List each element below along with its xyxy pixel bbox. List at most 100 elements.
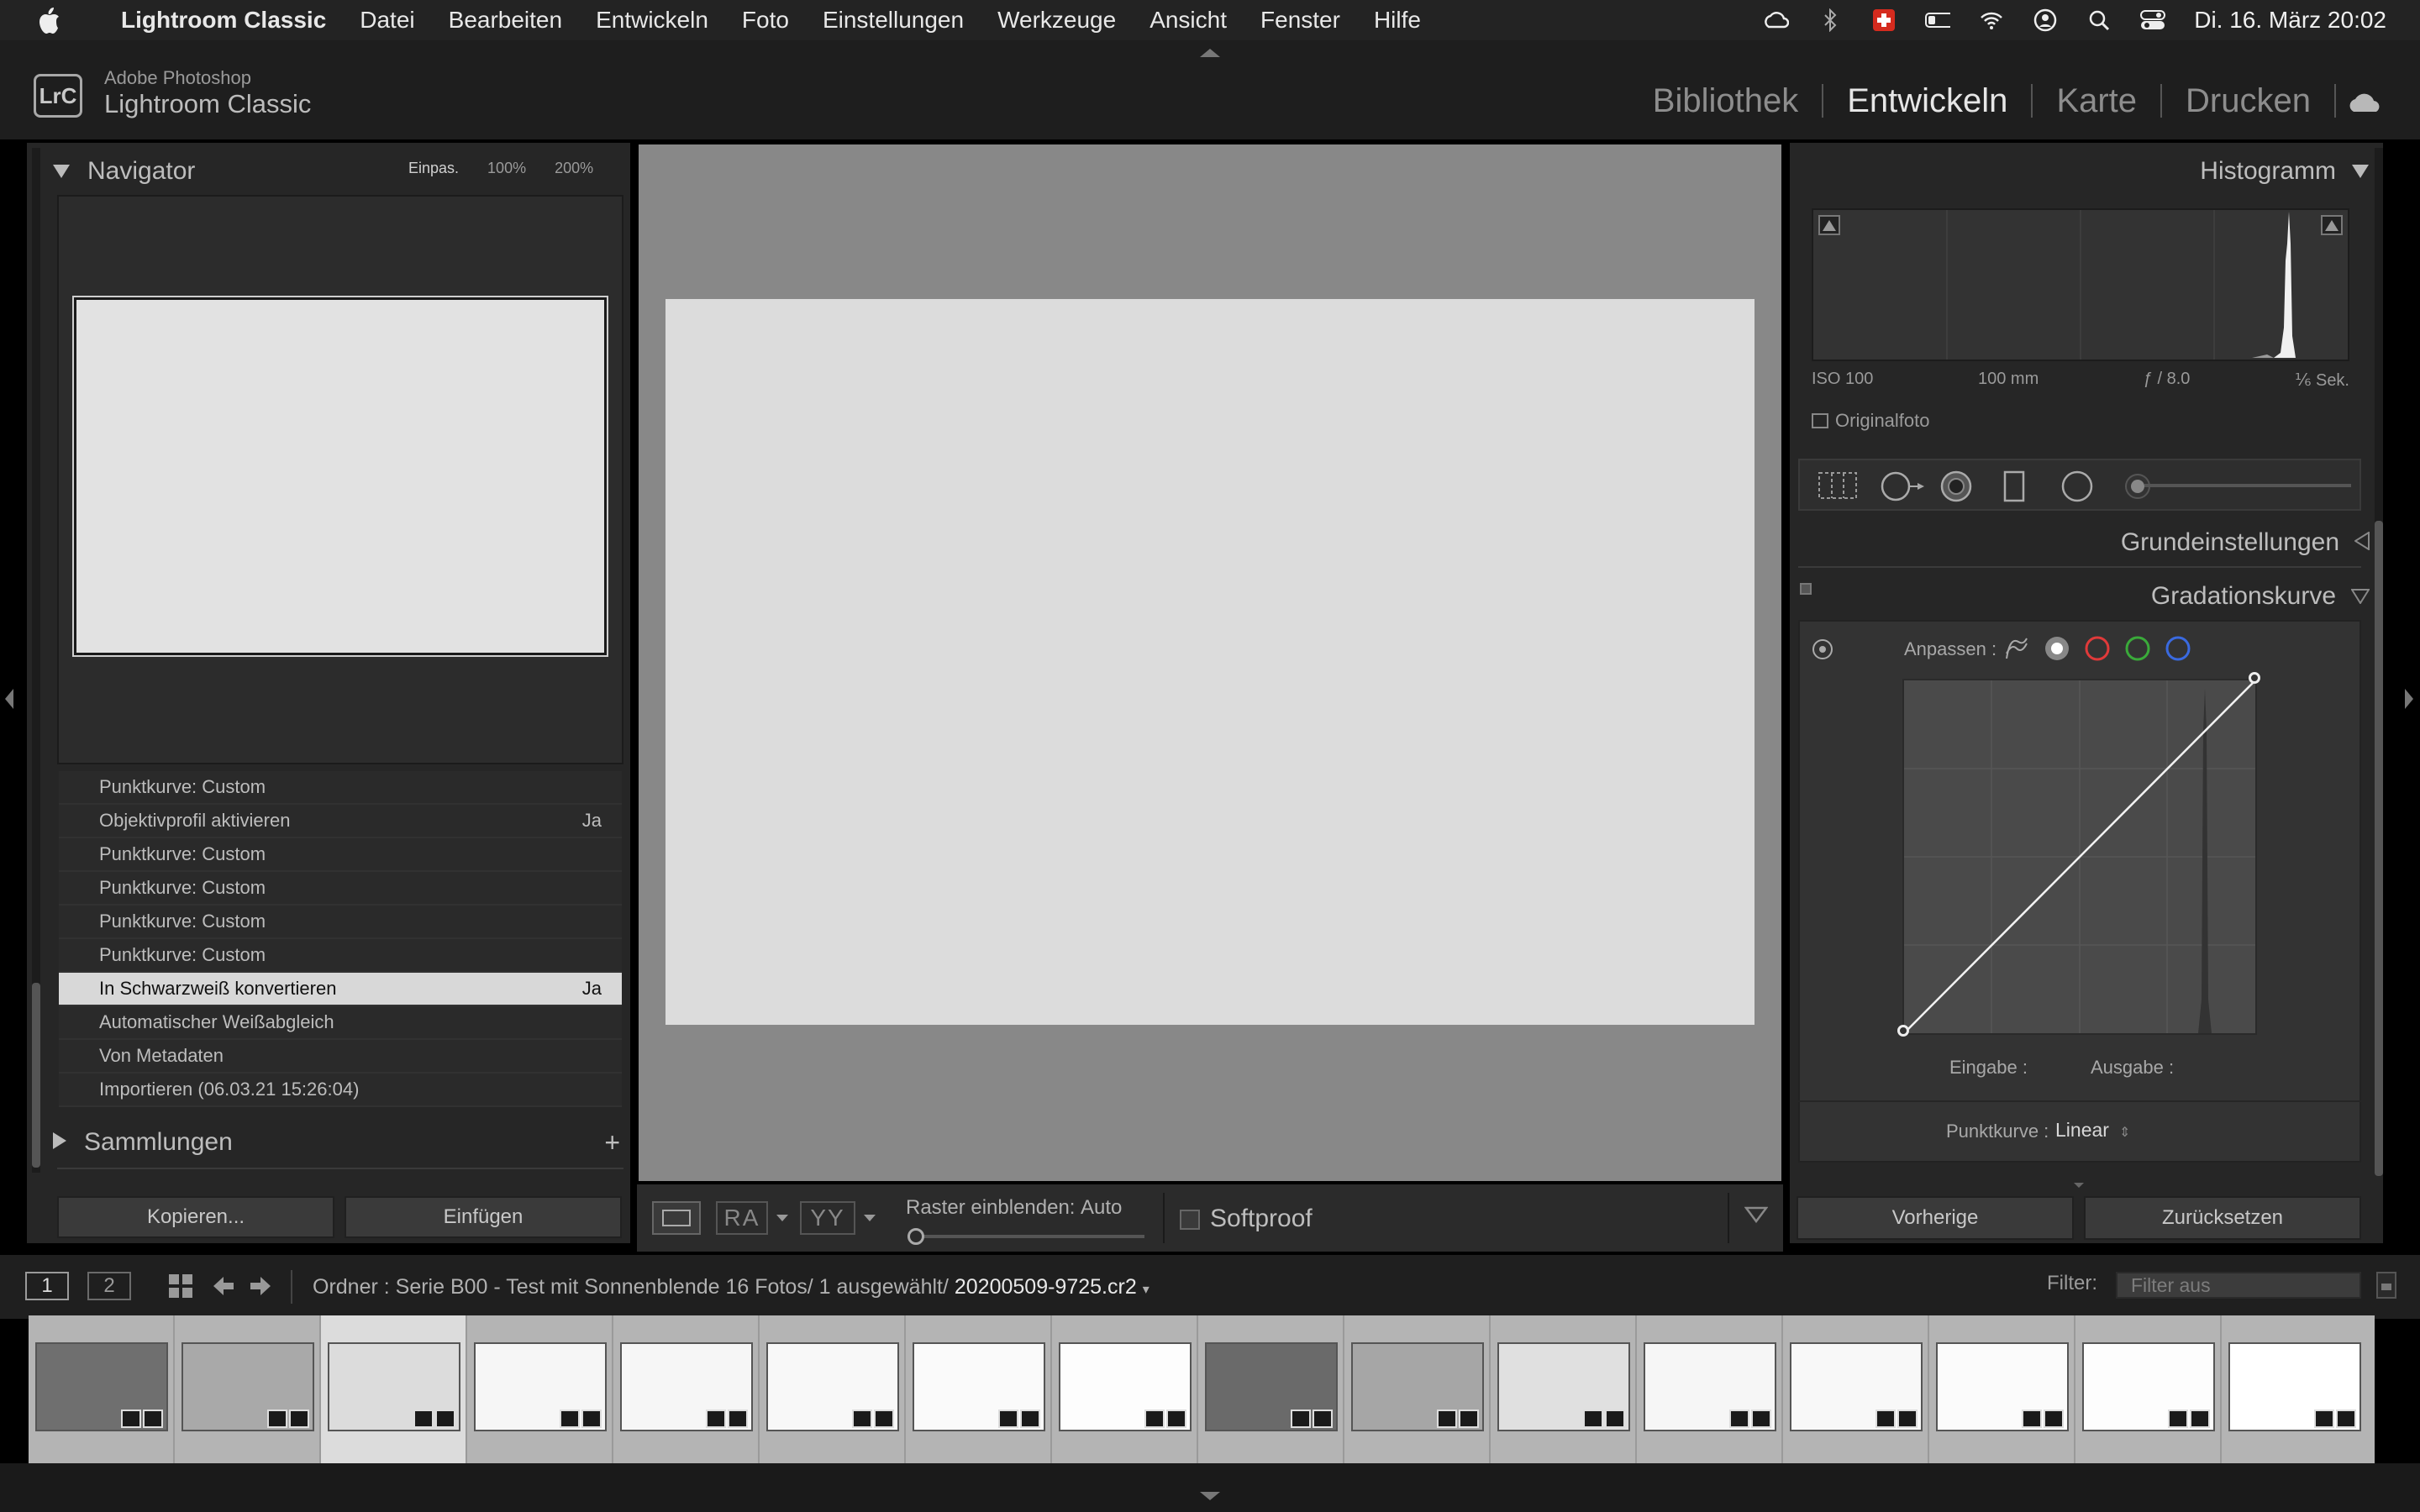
history-item[interactable]: Punktkurve: Custom	[59, 838, 622, 872]
history-item[interactable]: Punktkurve: Custom	[59, 906, 622, 939]
previous-photo-icon[interactable]	[210, 1273, 235, 1305]
menu-app-name[interactable]: Lightroom Classic	[121, 7, 326, 34]
targeted-adjustment-icon[interactable]	[1812, 638, 1833, 664]
history-item[interactable]: Von Metadaten	[59, 1040, 622, 1074]
red-channel-icon[interactable]	[2084, 635, 2111, 666]
green-channel-icon[interactable]	[2124, 635, 2151, 666]
collections-header[interactable]: Sammlungen +	[52, 1124, 623, 1161]
red-eye-icon[interactable]	[1939, 470, 1973, 507]
history-item[interactable]: Importieren (06.03.21 15:26:04)	[59, 1074, 622, 1107]
curve-point-black[interactable]	[1897, 1025, 1909, 1037]
right-scrollbar-thumb[interactable]	[2375, 521, 2383, 1176]
panel-collapse-icon[interactable]	[2350, 582, 2370, 611]
thumbnail[interactable]	[1344, 1315, 1491, 1463]
thumbnail[interactable]	[1637, 1315, 1783, 1463]
creative-cloud-icon[interactable]	[1764, 8, 1790, 33]
user-account-icon[interactable]	[2033, 8, 2058, 33]
swiss-flag-icon[interactable]	[1871, 8, 1897, 33]
curve-point-white[interactable]	[2249, 672, 2260, 684]
thumbnail[interactable]	[1198, 1315, 1344, 1463]
spotlight-search-icon[interactable]	[2086, 8, 2112, 33]
history-item[interactable]: Punktkurve: Custom	[59, 771, 622, 805]
thumbnail[interactable]	[1929, 1315, 2075, 1463]
bluetooth-off-icon[interactable]	[1818, 8, 1843, 33]
reset-button[interactable]: Zurücksetzen	[2084, 1196, 2361, 1240]
zoom-200-option[interactable]: 200%	[555, 160, 593, 177]
toolbar-content-dropdown-icon[interactable]	[1744, 1206, 1769, 1230]
copy-dropdown-icon[interactable]	[864, 1215, 876, 1221]
crop-overlay-icon[interactable]	[1817, 470, 1859, 505]
zoom-100-option[interactable]: 100%	[487, 160, 526, 177]
primary-window-button[interactable]: 1	[25, 1272, 69, 1300]
cloud-sync-icon[interactable]	[2346, 89, 2385, 113]
selected-filename[interactable]: 20200509-9725.cr2	[955, 1275, 1137, 1299]
softproof-checkbox[interactable]	[1180, 1210, 1200, 1230]
adjustment-brush-icon[interactable]	[2123, 470, 2156, 507]
history-item[interactable]: Objektivprofil aktivieren Ja	[59, 805, 622, 838]
menu-datei[interactable]: Datei	[360, 7, 414, 34]
right-panel-toggle-icon[interactable]	[2405, 689, 2413, 709]
blue-channel-icon[interactable]	[2165, 635, 2191, 666]
thumbnail-selected[interactable]	[321, 1315, 467, 1463]
tone-curve-panel-header[interactable]: Gradationskurve	[1790, 578, 2370, 615]
original-photo-checkbox[interactable]	[1812, 413, 1828, 428]
menu-fenster[interactable]: Fenster	[1260, 7, 1340, 34]
loupe-view-button[interactable]	[652, 1201, 701, 1235]
grid-size-slider[interactable]	[908, 1235, 1144, 1238]
highlight-clipping-toggle[interactable]	[2321, 215, 2343, 235]
menu-einstellungen[interactable]: Einstellungen	[823, 7, 964, 34]
main-photo[interactable]	[666, 299, 1754, 1025]
battery-icon[interactable]	[1925, 8, 1951, 33]
tone-curve-graph[interactable]	[1902, 679, 2257, 1035]
parametric-curve-icon[interactable]	[2003, 635, 2030, 666]
left-scrollbar-thumb[interactable]	[32, 983, 40, 1168]
menu-foto[interactable]: Foto	[742, 7, 789, 34]
history-item[interactable]: Automatischer Weißabgleich	[59, 1006, 622, 1040]
thumbnail[interactable]	[1052, 1315, 1198, 1463]
menu-hilfe[interactable]: Hilfe	[1374, 7, 1421, 34]
expand-triangle-icon[interactable]	[52, 1128, 67, 1157]
control-center-icon[interactable]	[2140, 8, 2166, 33]
brush-size-slider[interactable]	[2144, 484, 2351, 487]
point-curve-stepper-icon[interactable]: ⇕	[2119, 1124, 2130, 1141]
copy-settings-button[interactable]: Kopieren...	[57, 1196, 334, 1238]
thumbnail[interactable]	[2075, 1315, 2222, 1463]
module-karte[interactable]: Karte	[2033, 84, 2163, 118]
source-path[interactable]: Ordner : Serie B00 - Test mit Sonnenblen…	[313, 1275, 1150, 1299]
histogram-graph[interactable]	[1812, 208, 2349, 361]
thumbnail[interactable]	[1491, 1315, 1637, 1463]
basic-panel-header[interactable]: Grundeinstellungen	[1790, 524, 2370, 561]
menu-clock[interactable]: Di. 16. März 20:02	[2194, 7, 2386, 34]
collapse-triangle-icon[interactable]	[52, 157, 71, 186]
grid-size-slider-knob[interactable]	[908, 1228, 924, 1245]
thumbnail[interactable]	[1783, 1315, 1929, 1463]
menu-entwickeln[interactable]: Entwickeln	[596, 7, 708, 34]
module-drucken[interactable]: Drucken	[2162, 84, 2336, 118]
spot-removal-icon[interactable]	[1879, 470, 1926, 507]
filename-dropdown-icon[interactable]: ▾	[1143, 1283, 1150, 1297]
filter-select[interactable]: Filter aus	[2116, 1272, 2361, 1299]
module-entwickeln[interactable]: Entwickeln	[1823, 84, 2033, 118]
thumbnail[interactable]	[29, 1315, 175, 1463]
menu-ansicht[interactable]: Ansicht	[1150, 7, 1227, 34]
radial-filter-icon[interactable]	[2060, 470, 2094, 507]
next-photo-icon[interactable]	[249, 1273, 274, 1305]
previous-settings-button[interactable]: Vorherige	[1797, 1196, 2074, 1240]
menu-werkzeuge[interactable]: Werkzeuge	[997, 7, 1116, 34]
point-curve-select[interactable]: Linear	[2055, 1119, 2109, 1142]
filmstrip-toggle-icon[interactable]	[1200, 1492, 1220, 1500]
grid-view-icon[interactable]	[168, 1273, 193, 1299]
before-after-toggle[interactable]: RA	[716, 1201, 768, 1235]
left-panel-toggle-icon[interactable]	[5, 689, 13, 709]
thumbnail[interactable]	[613, 1315, 760, 1463]
module-bibliothek[interactable]: Bibliothek	[1629, 84, 1824, 118]
before-after-copy-toggle[interactable]: YY	[800, 1201, 855, 1235]
thumbnail[interactable]	[906, 1315, 1052, 1463]
thumbnail[interactable]	[2222, 1315, 2368, 1463]
shadow-clipping-toggle[interactable]	[1818, 215, 1840, 235]
paste-settings-button[interactable]: Einfügen	[345, 1196, 622, 1238]
zoom-fit-option[interactable]: Einpas.	[408, 160, 459, 177]
apple-menu-icon[interactable]	[25, 0, 72, 40]
menu-bearbeiten[interactable]: Bearbeiten	[449, 7, 562, 34]
thumbnail[interactable]	[760, 1315, 906, 1463]
